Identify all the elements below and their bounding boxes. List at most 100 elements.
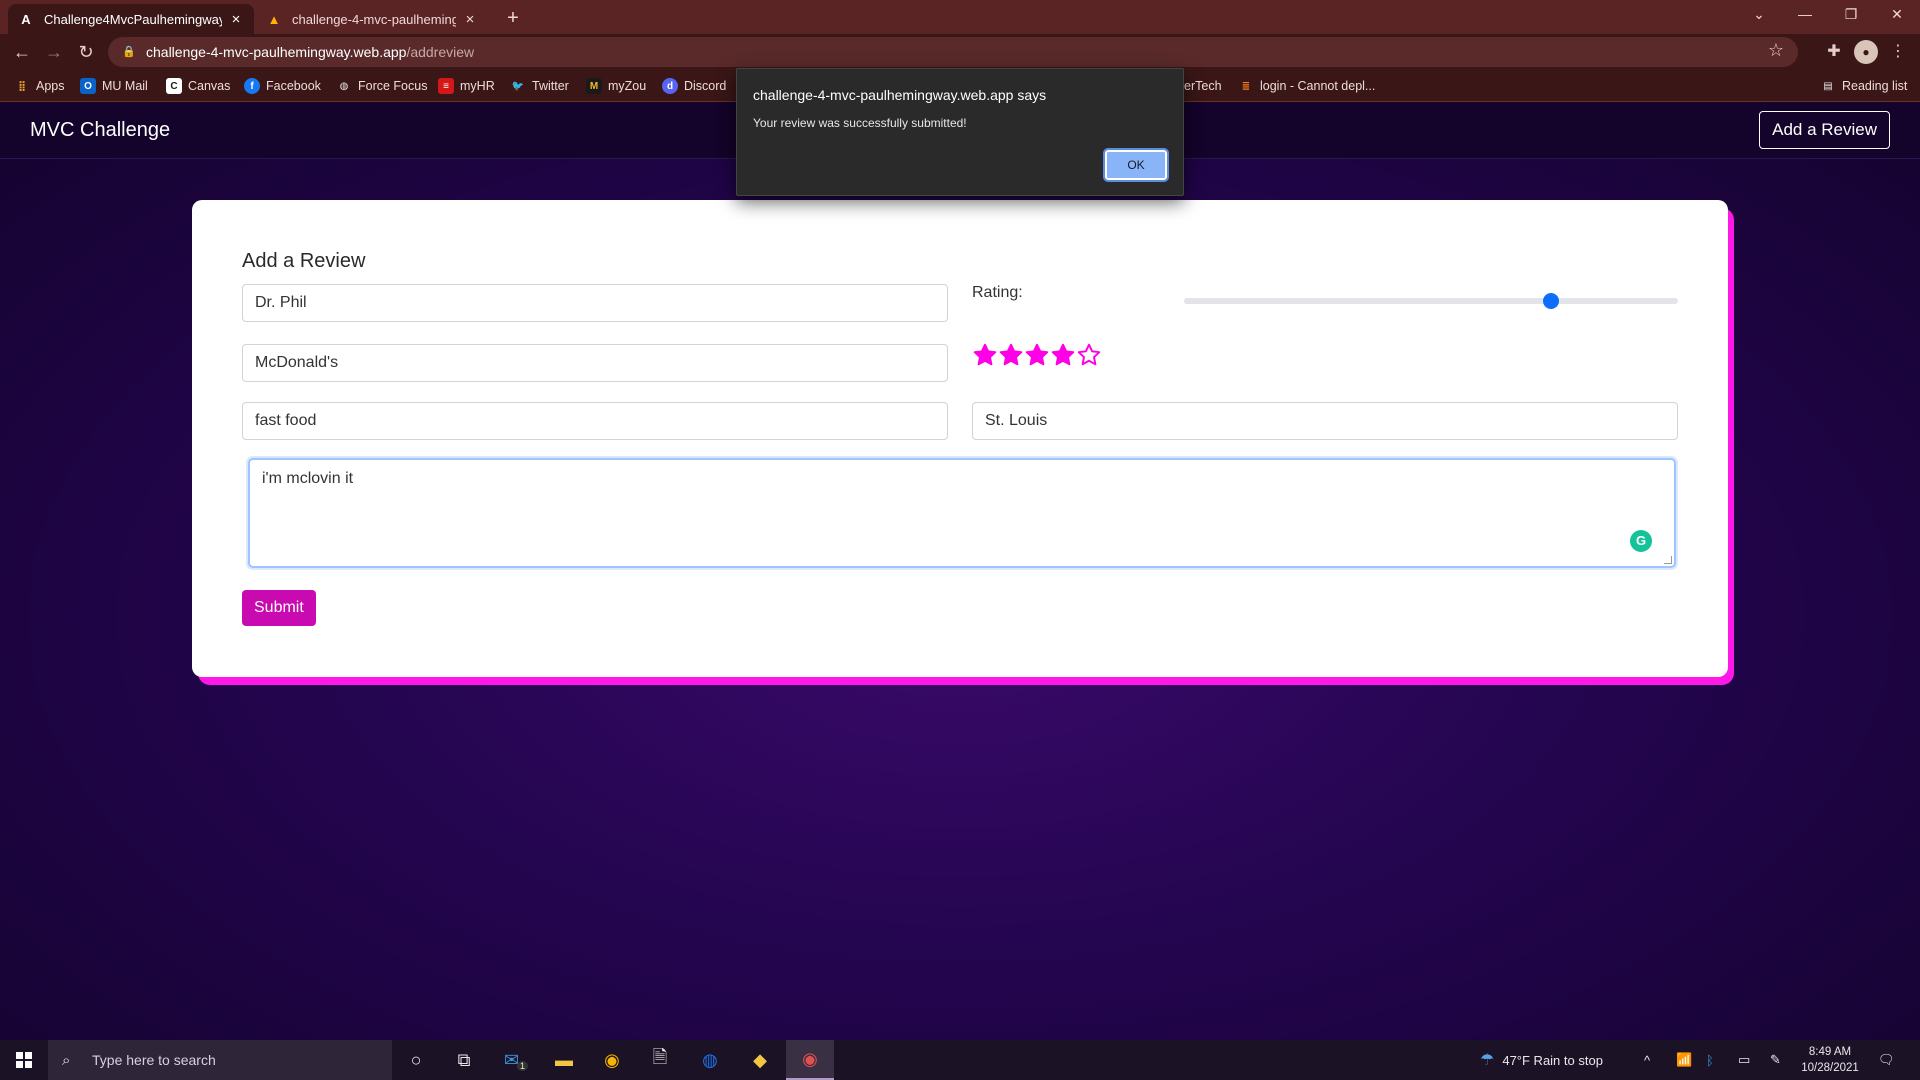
bookmark-discord[interactable]: d Discord xyxy=(662,77,726,95)
url-host: challenge-4-mvc-paulhemingway.web.app xyxy=(146,44,407,60)
bookmark-ertech[interactable]: erTech xyxy=(1184,77,1222,95)
weather-widget[interactable]: ☂ 47°F Rain to stop xyxy=(1480,1040,1603,1080)
file-explorer-icon[interactable]: ▬ xyxy=(540,1040,588,1080)
star-filled-icon xyxy=(1025,343,1049,366)
mail-icon[interactable]: ✉ 1 xyxy=(492,1040,540,1080)
extensions-puzzle-icon[interactable]: ✚ xyxy=(1822,40,1846,64)
browser-toolbar: ← → ↻ 🔒 challenge-4-mvc-paulhemingway.we… xyxy=(0,34,1920,70)
mizzou-icon: M xyxy=(586,78,602,94)
twitter-icon: 🐦 xyxy=(511,80,525,92)
page-content: MVC Challenge Add a Review Add a Review … xyxy=(0,102,1920,1040)
rating-slider[interactable] xyxy=(1184,293,1678,309)
reading-list[interactable]: ▤ Reading list xyxy=(1820,77,1907,95)
taskbar-search-box[interactable]: ⌕ Type here to search xyxy=(48,1040,392,1080)
resize-handle-icon[interactable] xyxy=(1664,556,1672,564)
close-tab-icon[interactable]: × xyxy=(228,11,244,28)
url-path: /addreview xyxy=(406,44,475,60)
back-icon[interactable]: ← xyxy=(10,40,34,64)
grammarly-icon[interactable]: G xyxy=(1630,530,1652,552)
minimize-button[interactable]: — xyxy=(1782,0,1828,30)
tray-chevron-icon[interactable]: ^ xyxy=(1644,1040,1650,1080)
close-tab-icon[interactable]: × xyxy=(462,11,478,28)
reviewer-name-input[interactable]: Dr. Phil xyxy=(242,284,948,322)
files-app-icon[interactable]: 🗎 xyxy=(636,1040,684,1080)
category-input[interactable]: fast food xyxy=(242,402,948,440)
clock-time: 8:49 AM xyxy=(1808,1046,1852,1058)
bookmark-force-focus[interactable]: ◍ Force Focus xyxy=(336,77,428,95)
bookmark-label: Facebook xyxy=(266,79,321,93)
search-placeholder: Type here to search xyxy=(92,1052,216,1068)
alert-dialog: challenge-4-mvc-paulhemingway.web.app sa… xyxy=(736,68,1184,196)
submit-button[interactable]: Submit xyxy=(242,590,316,626)
restaurant-input[interactable]: McDonald's xyxy=(242,344,948,382)
bookmark-mu-mail[interactable]: O MU Mail xyxy=(80,77,148,95)
globe-icon: ◍ xyxy=(339,80,349,92)
add-review-nav-button[interactable]: Add a Review xyxy=(1759,111,1890,149)
bookmark-apps[interactable]: ⣿ Apps xyxy=(14,77,65,95)
forward-icon[interactable]: → xyxy=(42,40,66,64)
review-textarea[interactable]: i'm mclovin it G xyxy=(248,458,1676,568)
bookmark-twitter[interactable]: 🐦 Twitter xyxy=(510,77,569,95)
bookmark-star-icon[interactable]: ☆ xyxy=(1768,40,1784,61)
menu-kebab-icon[interactable]: ⋮ xyxy=(1886,40,1910,64)
bluetooth-icon[interactable]: ᛒ xyxy=(1706,1040,1714,1080)
rating-label: Rating: xyxy=(972,284,1023,301)
bookmark-label: Force Focus xyxy=(358,79,428,93)
star-filled-icon xyxy=(999,343,1023,366)
tab-search-icon[interactable]: ⌄ xyxy=(1736,0,1782,30)
notifications-icon[interactable]: 🗨 xyxy=(1878,1040,1895,1080)
windows-logo-icon xyxy=(16,1052,32,1068)
chrome-icon[interactable]: ◉ xyxy=(588,1040,636,1080)
git-app-icon[interactable]: ◆ xyxy=(736,1040,784,1080)
tab-strip: A Challenge4MvcPaulhemingway × ▲ challen… xyxy=(0,0,1920,34)
profile-avatar[interactable]: ● xyxy=(1854,40,1878,64)
network-icon[interactable]: 📶 xyxy=(1676,1040,1692,1080)
bookmark-label: myZou xyxy=(608,79,647,93)
myhr-icon: ≡ xyxy=(438,78,454,94)
search-icon: ⌕ xyxy=(62,1051,71,1069)
tab-active[interactable]: A Challenge4MvcPaulhemingway × xyxy=(8,4,254,34)
cortana-icon[interactable]: ○ xyxy=(392,1040,440,1080)
mail-badge: 1 xyxy=(517,1061,529,1071)
location-input[interactable]: St. Louis xyxy=(972,402,1678,440)
rating-slider-thumb[interactable] xyxy=(1542,293,1559,309)
bookmark-label: login - Cannot depl... xyxy=(1260,79,1376,93)
reading-list-icon: ▤ xyxy=(1823,80,1833,92)
system-clock[interactable]: 8:49 AM 10/28/2021 xyxy=(1790,1044,1870,1076)
lock-icon: 🔒 xyxy=(122,46,136,58)
start-button[interactable] xyxy=(0,1040,48,1080)
pen-icon[interactable]: ✎ xyxy=(1770,1040,1781,1080)
address-bar[interactable]: 🔒 challenge-4-mvc-paulhemingway.web.app … xyxy=(108,37,1798,67)
blue-app-icon[interactable]: ◍ xyxy=(686,1040,734,1080)
bookmark-label: Discord xyxy=(684,79,727,93)
outlook-icon: O xyxy=(80,78,96,94)
brand-title[interactable]: MVC Challenge xyxy=(30,119,170,142)
task-view-icon[interactable]: ⧉ xyxy=(440,1040,488,1080)
star-filled-icon xyxy=(973,343,997,366)
bookmark-login[interactable]: ≣ login - Cannot depl... xyxy=(1238,77,1376,95)
rating-slider-fill xyxy=(1184,298,1551,304)
battery-icon[interactable]: ▭ xyxy=(1738,1040,1750,1080)
bookmark-label: Apps xyxy=(36,79,65,93)
bookmark-label: Twitter xyxy=(532,79,569,93)
close-window-button[interactable]: ✕ xyxy=(1874,0,1920,30)
facebook-icon: f xyxy=(244,78,260,94)
bookmark-myzou[interactable]: M myZou xyxy=(586,77,646,95)
chrome-profile-icon[interactable]: ◉ xyxy=(786,1040,834,1080)
clock-date: 10/28/2021 xyxy=(1801,1062,1859,1074)
angular-icon: A xyxy=(21,11,31,27)
restore-button[interactable]: ❐ xyxy=(1828,0,1874,30)
bookmark-facebook[interactable]: f Facebook xyxy=(244,77,321,95)
bookmark-myhr[interactable]: ≡ myHR xyxy=(438,77,495,95)
stackoverflow-icon: ≣ xyxy=(1241,80,1251,92)
rating-stars xyxy=(972,342,1102,368)
tab-inactive[interactable]: ▲ challenge-4-mvc-paulhemingway.web.app … xyxy=(256,4,488,34)
new-tab-button[interactable]: + xyxy=(500,6,526,32)
bookmark-canvas[interactable]: C Canvas xyxy=(166,77,230,95)
star-empty-icon xyxy=(1077,343,1101,366)
windows-taskbar: ⌕ Type here to search ○ ⧉ ✉ 1 ▬ ◉ 🗎 ◍ ◆ … xyxy=(0,1040,1920,1080)
dialog-ok-button[interactable]: OK xyxy=(1103,148,1169,182)
tab-title: Challenge4MvcPaulhemingway xyxy=(44,11,222,27)
dialog-message: Your review was successfully submitted! xyxy=(753,116,967,130)
reload-icon[interactable]: ↻ xyxy=(74,40,98,64)
